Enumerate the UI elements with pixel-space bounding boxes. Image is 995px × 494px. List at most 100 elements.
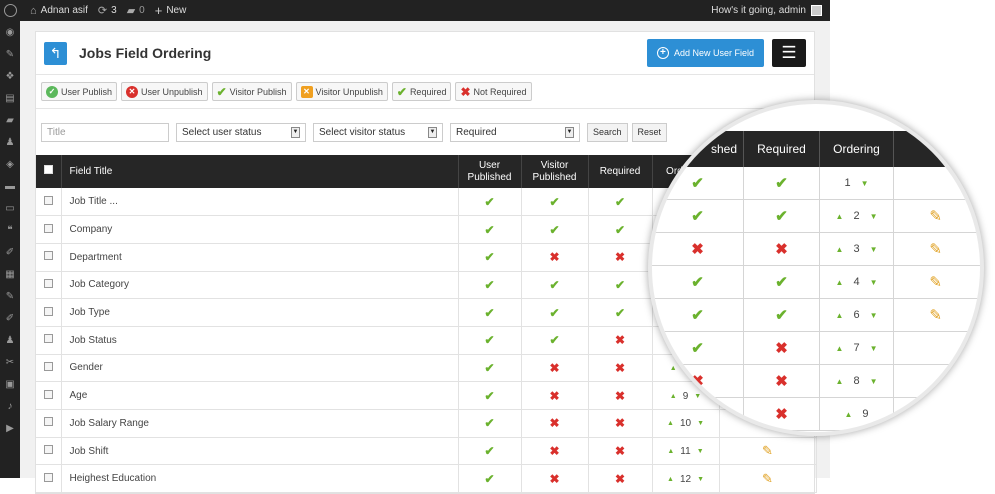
settings-icon[interactable]: ▣	[0, 373, 20, 395]
pencil-icon[interactable]: ✐	[0, 241, 20, 263]
row-checkbox[interactable]	[43, 251, 53, 261]
move-down-icon: ▼	[869, 211, 878, 221]
move-up-icon[interactable]: ▲	[667, 448, 674, 455]
check-icon[interactable]: ✔	[484, 278, 494, 292]
check-icon[interactable]: ✔	[549, 306, 559, 320]
visitor-status-select[interactable]: Select visitor status ▼	[313, 122, 443, 142]
wrench-icon[interactable]: ✂	[0, 351, 20, 373]
admin-bar-comments[interactable]: ▰ 0	[127, 4, 145, 17]
title-search-input[interactable]: Title	[41, 122, 169, 142]
row-checkbox[interactable]	[43, 334, 53, 344]
admin-bar-updates[interactable]: ⟳ 3	[98, 4, 117, 17]
check-icon[interactable]: ✔	[549, 223, 559, 237]
row-checkbox[interactable]	[43, 389, 53, 399]
zoom-edit-cell	[894, 167, 980, 199]
media-icon[interactable]: ▤	[0, 87, 20, 109]
users-icon[interactable]: ♟	[0, 131, 20, 153]
search-button[interactable]: Search	[587, 122, 628, 142]
add-new-user-field-button[interactable]: + Add New User Field	[646, 39, 764, 67]
zoom-row: ✔ ✖ ▲ 7 ▼	[652, 332, 980, 365]
check-icon[interactable]: ✔	[615, 306, 625, 320]
users-icon-2[interactable]: ♟	[0, 329, 20, 351]
field-title: Company	[61, 215, 459, 244]
admin-bar-site[interactable]: ⌂ Adnan asif	[30, 5, 88, 17]
cross-icon: ✖	[775, 373, 788, 390]
move-up-icon: ▲	[835, 244, 844, 254]
cross-icon[interactable]: ✖	[615, 472, 625, 486]
row-checkbox[interactable]	[43, 223, 53, 233]
tag-icon[interactable]: ◈	[0, 153, 20, 175]
cross-icon[interactable]: ✖	[615, 333, 625, 347]
cross-icon[interactable]: ✖	[549, 361, 559, 375]
check-icon[interactable]: ✔	[484, 333, 494, 347]
row-checkbox[interactable]	[43, 445, 53, 455]
header-required[interactable]: Required	[588, 155, 653, 188]
check-icon[interactable]: ✔	[484, 444, 494, 458]
move-up-icon[interactable]: ▲	[667, 476, 674, 483]
check-icon[interactable]: ✔	[615, 195, 625, 209]
cross-icon[interactable]: ✖	[549, 416, 559, 430]
row-checkbox[interactable]	[43, 472, 53, 482]
cross-icon[interactable]: ✖	[549, 250, 559, 264]
check-icon[interactable]: ✔	[484, 389, 494, 403]
cross-icon[interactable]: ✖	[549, 444, 559, 458]
wordpress-logo-icon[interactable]	[0, 0, 20, 21]
quote-icon[interactable]: ❝	[0, 219, 20, 241]
header-visitor-published[interactable]: Visitor Published	[521, 155, 589, 188]
row-checkbox[interactable]	[43, 195, 53, 205]
menu-button[interactable]: ☰	[772, 39, 806, 67]
required-select[interactable]: Required ▼	[450, 122, 580, 142]
admin-bar-account[interactable]: How's it going, admin	[711, 5, 822, 16]
check-icon[interactable]: ✔	[484, 195, 494, 209]
check-icon[interactable]: ✔	[484, 223, 494, 237]
cross-icon: ✖	[775, 241, 788, 258]
check-icon[interactable]: ✔	[615, 278, 625, 292]
check-icon[interactable]: ✔	[484, 361, 494, 375]
brush-icon[interactable]: ✐	[0, 307, 20, 329]
dashboard-icon[interactable]: ◉	[0, 21, 20, 43]
jobs-icon[interactable]: ❖	[0, 65, 20, 87]
new-label: New	[166, 5, 187, 16]
cross-icon[interactable]: ✖	[549, 389, 559, 403]
pin-icon[interactable]: ✎	[0, 43, 20, 65]
mic-icon[interactable]: ♪	[0, 395, 20, 417]
cross-icon[interactable]: ✖	[615, 416, 625, 430]
header-field-title[interactable]: Field Title	[61, 155, 459, 188]
header-user-published[interactable]: User Published	[458, 155, 522, 188]
back-button[interactable]: ↰	[44, 41, 67, 65]
row-checkbox[interactable]	[43, 417, 53, 427]
check-icon[interactable]: ✔	[549, 333, 559, 347]
folder-icon[interactable]: ▬	[0, 175, 20, 197]
row-checkbox[interactable]	[43, 278, 53, 288]
cross-icon[interactable]: ✖	[615, 361, 625, 375]
edit-pencil-icon[interactable]: ✎	[762, 471, 773, 486]
check-icon[interactable]: ✔	[484, 306, 494, 320]
row-select-cell	[36, 326, 62, 355]
check-icon[interactable]: ✔	[615, 223, 625, 237]
row-checkbox[interactable]	[43, 306, 53, 316]
move-down-icon[interactable]: ▼	[697, 476, 704, 483]
check-icon[interactable]: ✔	[484, 250, 494, 264]
cross-icon[interactable]: ✖	[615, 250, 625, 264]
move-down-icon[interactable]: ▼	[697, 448, 704, 455]
zoom-header-published: shed	[652, 131, 744, 167]
admin-bar-new[interactable]: + New	[155, 3, 187, 18]
user-published-cell: ✔	[458, 381, 522, 410]
grid-icon[interactable]: ▦	[0, 263, 20, 285]
collapse-icon[interactable]: ▶	[0, 417, 20, 439]
cross-icon[interactable]: ✖	[615, 389, 625, 403]
check-icon[interactable]: ✔	[549, 278, 559, 292]
edit-pencil-icon[interactable]: ✎	[762, 443, 773, 458]
cross-icon[interactable]: ✖	[549, 472, 559, 486]
comments-icon[interactable]: ▰	[0, 109, 20, 131]
cross-icon[interactable]: ✖	[615, 444, 625, 458]
row-checkbox[interactable]	[43, 361, 53, 371]
user-status-select[interactable]: Select user status ▼	[176, 122, 306, 142]
edit-pencil-icon: ✎	[929, 208, 942, 225]
check-icon[interactable]: ✔	[484, 472, 494, 486]
pin-icon-2[interactable]: ✎	[0, 285, 20, 307]
check-icon[interactable]: ✔	[484, 416, 494, 430]
check-icon[interactable]: ✔	[549, 195, 559, 209]
plugin-icon[interactable]: ▭	[0, 197, 20, 219]
select-all-checkbox[interactable]	[43, 165, 53, 175]
